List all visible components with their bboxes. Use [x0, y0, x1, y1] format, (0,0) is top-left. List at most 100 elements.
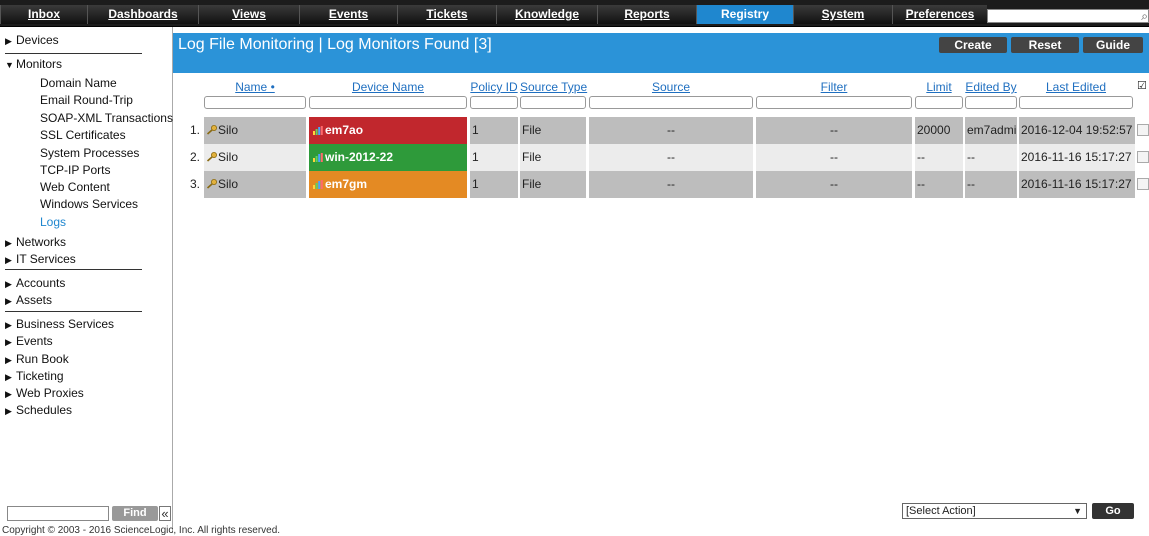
create-button[interactable]: Create — [939, 37, 1007, 53]
sidebar-item-label: Web Proxies — [16, 386, 84, 400]
row-checkbox[interactable] — [1137, 151, 1149, 163]
sidebar-subitem-logs[interactable]: Logs — [40, 215, 66, 229]
table-row[interactable]: 2. Silo win-2012-22 1 File -- -- -- -- 2016-11-16… — [173, 144, 1149, 171]
column-header-limit[interactable]: Limit — [915, 80, 963, 94]
tab-events[interactable]: Events — [299, 5, 397, 24]
column-header-policy-id[interactable]: Policy ID — [470, 80, 518, 94]
row-checkbox[interactable] — [1137, 178, 1149, 190]
table-row[interactable]: 1. Silo em7ao 1 File -- -- 20000 em7admin 2016-12… — [173, 117, 1149, 144]
sidebar-search-input[interactable] — [7, 506, 109, 521]
sidebar-item-it-services[interactable]: ▶ IT Services — [5, 252, 76, 266]
expand-arrow-icon: ▶ — [5, 372, 12, 382]
column-header-filter[interactable]: Filter — [756, 80, 912, 94]
sidebar-item-label: Devices — [16, 33, 59, 47]
cell-filter: -- — [756, 144, 912, 171]
column-header-name[interactable]: Name • — [204, 80, 306, 94]
search-icon[interactable]: ⌕ — [1141, 9, 1148, 24]
column-header-edited-by[interactable]: Edited By — [965, 80, 1017, 94]
sidebar-item-monitors[interactable]: ▼ Monitors — [5, 57, 62, 71]
find-button[interactable]: Find — [112, 506, 158, 521]
tab-tickets[interactable]: Tickets — [397, 5, 496, 24]
tab-registry[interactable]: Registry — [696, 5, 793, 24]
row-number: 1. — [190, 123, 201, 137]
expand-arrow-icon: ▶ — [5, 296, 12, 306]
column-header-source[interactable]: Source — [589, 80, 753, 94]
tab-knowledge[interactable]: Knowledge — [496, 5, 597, 24]
cell-text: em7admin — [967, 123, 1017, 137]
sidebar-item-assets[interactable]: ▶ Assets — [5, 293, 52, 307]
cell-device[interactable]: em7ao — [309, 117, 467, 144]
cell-text: win-2012-22 — [325, 150, 394, 164]
sidebar-subitem-soap-xml[interactable]: SOAP-XML Transactions — [40, 111, 173, 125]
table-row[interactable]: 3. Silo em7gm 1 File -- -- -- -- 2016-11-16 15:17… — [173, 171, 1149, 198]
bar-chart-icon[interactable] — [313, 145, 323, 162]
bar-chart-icon[interactable] — [313, 172, 323, 189]
tab-inbox[interactable]: Inbox — [0, 5, 87, 24]
sidebar-subitem-domain-name[interactable]: Domain Name — [40, 76, 117, 90]
cell-text: -- — [667, 150, 675, 164]
divider — [5, 311, 142, 312]
cell-name[interactable]: Silo — [204, 171, 306, 198]
bar-chart-icon[interactable] — [313, 118, 323, 135]
sidebar-item-accounts[interactable]: ▶ Accounts — [5, 276, 65, 290]
filter-last-edited-input[interactable] — [1019, 96, 1133, 109]
cell-text: 2016-11-16 15:17:27 — [1021, 177, 1132, 191]
filter-edited-by-input[interactable] — [965, 96, 1017, 109]
cell-text: File — [522, 150, 542, 164]
cell-name[interactable]: Silo — [204, 144, 306, 171]
sidebar: ▶ Devices ▼ Monitors Domain Name Email Rou… — [0, 27, 173, 533]
row-checkbox[interactable] — [1137, 124, 1149, 136]
cell-device[interactable]: em7gm — [309, 171, 467, 198]
select-action-value: [Select Action] — [906, 505, 976, 517]
collapse-sidebar-icon[interactable]: « — [159, 506, 171, 521]
filter-policy-id-input[interactable] — [470, 96, 518, 109]
tab-reports[interactable]: Reports — [597, 5, 696, 24]
tab-system[interactable]: System — [793, 5, 892, 24]
sidebar-subitem-email-round-trip[interactable]: Email Round-Trip — [40, 93, 133, 107]
cell-last-edited: 2016-11-16 15:17:27 — [1019, 171, 1135, 198]
sidebar-item-web-proxies[interactable]: ▶ Web Proxies — [5, 386, 84, 400]
sidebar-item-label: Accounts — [16, 276, 66, 290]
sidebar-item-business-services[interactable]: ▶ Business Services — [5, 317, 114, 331]
tab-views[interactable]: Views — [198, 5, 299, 24]
sidebar-item-ticketing[interactable]: ▶ Ticketing — [5, 369, 64, 383]
cell-device[interactable]: win-2012-22 — [309, 144, 467, 171]
sidebar-subitem-windows-services[interactable]: Windows Services — [40, 197, 138, 211]
sidebar-subitem-web-content[interactable]: Web Content — [40, 180, 110, 194]
column-header-last-edited[interactable]: Last Edited — [1019, 80, 1133, 94]
key-icon[interactable] — [206, 145, 218, 162]
key-icon[interactable] — [206, 118, 218, 135]
go-button[interactable]: Go — [1092, 503, 1134, 519]
sidebar-item-run-book[interactable]: ▶ Run Book — [5, 352, 69, 366]
cell-last-edited: 2016-11-16 15:17:27 — [1019, 144, 1135, 171]
column-header-device-name[interactable]: Device Name — [309, 80, 467, 94]
cell-text: 2016-11-16 15:17:27 — [1021, 150, 1132, 164]
tab-dashboards[interactable]: Dashboards — [87, 5, 198, 24]
reset-button[interactable]: Reset — [1011, 37, 1079, 53]
filter-filter-input[interactable] — [756, 96, 912, 109]
select-action-dropdown[interactable]: [Select Action] ▼ — [902, 503, 1087, 519]
sidebar-item-events[interactable]: ▶ Events — [5, 334, 53, 348]
cell-text: Silo — [218, 123, 239, 137]
select-all-checkbox[interactable]: ☑ — [1137, 81, 1147, 92]
guide-button[interactable]: Guide — [1083, 37, 1143, 53]
column-header-source-type[interactable]: Source Type — [520, 80, 587, 94]
filter-source-type-input[interactable] — [520, 96, 586, 109]
sidebar-subitem-tcp-ip-ports[interactable]: TCP-IP Ports — [40, 163, 110, 177]
sidebar-item-devices[interactable]: ▶ Devices — [5, 33, 59, 47]
sidebar-item-schedules[interactable]: ▶ Schedules — [5, 403, 72, 417]
cell-text: -- — [830, 150, 838, 164]
key-icon[interactable] — [206, 172, 218, 189]
filter-device-name-input[interactable] — [309, 96, 467, 109]
global-search-input[interactable]: ⌕ — [987, 9, 1149, 23]
filter-name-input[interactable] — [204, 96, 306, 109]
tab-preferences[interactable]: Preferences — [892, 5, 987, 24]
cell-name[interactable]: Silo — [204, 117, 306, 144]
cell-edited-by: -- — [965, 144, 1017, 171]
cell-text: 1 — [472, 123, 479, 137]
filter-limit-input[interactable] — [915, 96, 963, 109]
sidebar-subitem-system-processes[interactable]: System Processes — [40, 146, 139, 160]
filter-source-input[interactable] — [589, 96, 753, 109]
sidebar-subitem-ssl-certificates[interactable]: SSL Certificates — [40, 128, 126, 142]
sidebar-item-networks[interactable]: ▶ Networks — [5, 235, 66, 249]
